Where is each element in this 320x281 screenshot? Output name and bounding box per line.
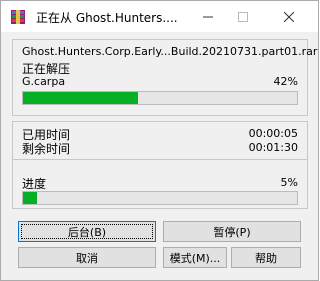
winrar-extract-dialog: 正在从 Ghost.Hunters.... Ghost.Hunters.Corp… [0, 0, 319, 281]
winrar-icon [11, 10, 25, 24]
minimize-icon [203, 16, 213, 17]
pause-button[interactable]: 暂停(P) [163, 221, 301, 242]
remaining-label: 剩余时间 [22, 142, 71, 156]
archive-filename: Ghost.Hunters.Corp.Early...Build.2021073… [22, 45, 318, 58]
overall-label: 进度 [22, 177, 47, 191]
maximize-icon [238, 11, 248, 22]
close-button[interactable] [273, 1, 305, 32]
minimize-button[interactable] [192, 1, 224, 32]
cancel-button[interactable]: 取消 [18, 247, 156, 268]
elapsed-value: 00:00:05 [248, 127, 298, 140]
file-progress-fill [23, 92, 139, 104]
overall-progress-panel: 进度 5% [12, 159, 308, 209]
background-button[interactable]: 后台(B) [18, 221, 156, 242]
file-progress-bar [22, 91, 298, 105]
current-file: G.carpa [22, 75, 66, 88]
help-button[interactable]: 帮助 [231, 247, 301, 268]
close-icon [284, 11, 294, 22]
remaining-value: 00:01:30 [248, 141, 298, 154]
file-percent: 42% [273, 75, 298, 88]
time-panel: 已用时间 00:00:05 剩余时间 00:01:30 [12, 121, 308, 159]
overall-progress-bar [22, 191, 298, 205]
maximize-button[interactable] [227, 1, 259, 32]
title-bar[interactable]: 正在从 Ghost.Hunters.... [1, 1, 318, 32]
overall-percent: 5% [280, 176, 298, 189]
extract-info-panel: Ghost.Hunters.Corp.Early...Build.2021073… [12, 39, 317, 116]
window-title: 正在从 Ghost.Hunters.... [36, 11, 178, 25]
mode-button[interactable]: 模式(M)... [163, 247, 227, 268]
overall-progress-fill [23, 192, 37, 204]
